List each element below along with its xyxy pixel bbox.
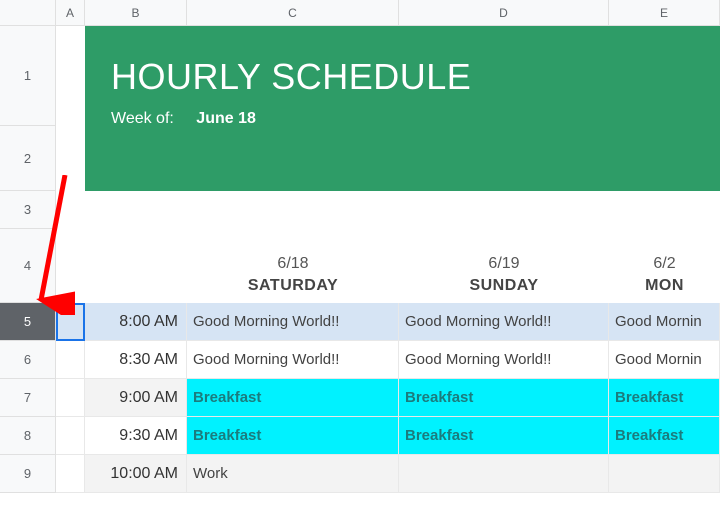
schedule-cell[interactable]: Good Mornin — [609, 341, 720, 379]
schedule-cell[interactable]: Good Morning World!! — [187, 341, 399, 379]
day-date: 6/2 — [653, 255, 675, 273]
schedule-cell[interactable]: Breakfast — [609, 379, 720, 417]
schedule-cell[interactable] — [609, 455, 720, 493]
day-date: 6/18 — [277, 255, 308, 273]
row-header-4[interactable]: 4 — [0, 229, 55, 303]
time-cell[interactable]: 9:30 AM — [85, 417, 187, 455]
cell-E3[interactable] — [609, 191, 720, 229]
cell-B4[interactable] — [85, 229, 187, 303]
schedule-cell[interactable]: Good Morning World!! — [399, 341, 609, 379]
col-header-B[interactable]: B — [85, 0, 187, 25]
schedule-cell[interactable]: Breakfast — [187, 417, 399, 455]
week-of-line: Week of: June 18 — [111, 110, 694, 128]
row-4-day-headers: 6/18 SATURDAY 6/19 SUNDAY 6/2 MON — [56, 229, 720, 303]
spreadsheet-viewport: A B C D E 1 2 3 4 5 6 7 8 9 HOURLY SCHED… — [0, 0, 720, 519]
row-header-5[interactable]: 5 — [0, 303, 55, 341]
week-of-value: June 18 — [196, 110, 256, 127]
col-header-E[interactable]: E — [609, 0, 720, 25]
cell-C3[interactable] — [187, 191, 399, 229]
cell-D3[interactable] — [399, 191, 609, 229]
time-cell[interactable]: 10:00 AM — [85, 455, 187, 493]
row-5: 8:00 AM Good Morning World!! Good Mornin… — [56, 303, 720, 341]
week-of-label: Week of: — [111, 110, 174, 127]
schedule-cell[interactable]: Work — [187, 455, 399, 493]
row-header-9[interactable]: 9 — [0, 455, 55, 493]
grid-body: HOURLY SCHEDULE Week of: June 18 6/18 SA… — [56, 26, 720, 519]
schedule-cell[interactable]: Breakfast — [399, 417, 609, 455]
cell-A6[interactable] — [56, 341, 85, 379]
schedule-cell[interactable]: Breakfast — [399, 379, 609, 417]
cell-A4[interactable] — [56, 229, 85, 303]
row-header-7[interactable]: 7 — [0, 379, 55, 417]
row-9: 10:00 AM Work — [56, 455, 720, 493]
row-header-strip: 1 2 3 4 5 6 7 8 9 — [0, 26, 56, 493]
cell-A7[interactable] — [56, 379, 85, 417]
cell-A5[interactable] — [56, 303, 85, 341]
cell-A2[interactable] — [56, 126, 85, 191]
schedule-cell[interactable]: Breakfast — [187, 379, 399, 417]
day-header-mon[interactable]: 6/2 MON — [609, 229, 720, 303]
row-header-6[interactable]: 6 — [0, 341, 55, 379]
column-header-row: A B C D E — [0, 0, 720, 26]
day-name: MON — [645, 277, 684, 295]
day-name: SUNDAY — [469, 277, 538, 295]
col-header-C[interactable]: C — [187, 0, 399, 25]
schedule-cell[interactable]: Breakfast — [609, 417, 720, 455]
row-8: 9:30 AM Breakfast Breakfast Breakfast — [56, 417, 720, 455]
row-6: 8:30 AM Good Morning World!! Good Mornin… — [56, 341, 720, 379]
schedule-cell[interactable] — [399, 455, 609, 493]
schedule-cell[interactable]: Good Morning World!! — [399, 303, 609, 341]
day-name: SATURDAY — [248, 277, 338, 295]
col-header-A[interactable]: A — [56, 0, 85, 25]
row-header-3[interactable]: 3 — [0, 191, 55, 229]
day-header-sat[interactable]: 6/18 SATURDAY — [187, 229, 399, 303]
time-cell[interactable]: 8:00 AM — [85, 303, 187, 341]
day-date: 6/19 — [488, 255, 519, 273]
schedule-cell[interactable]: Good Morning World!! — [187, 303, 399, 341]
time-cell[interactable]: 9:00 AM — [85, 379, 187, 417]
row-header-8[interactable]: 8 — [0, 417, 55, 455]
cell-A9[interactable] — [56, 455, 85, 493]
row-header-2[interactable]: 2 — [0, 126, 55, 191]
cell-A3[interactable] — [56, 191, 85, 229]
row-header-1[interactable]: 1 — [0, 26, 55, 126]
time-cell[interactable]: 8:30 AM — [85, 341, 187, 379]
row-7: 9:00 AM Breakfast Breakfast Breakfast — [56, 379, 720, 417]
cell-A8[interactable] — [56, 417, 85, 455]
day-header-sun[interactable]: 6/19 SUNDAY — [399, 229, 609, 303]
cell-B3[interactable] — [85, 191, 187, 229]
select-all-corner[interactable] — [0, 0, 56, 25]
title-banner: HOURLY SCHEDULE Week of: June 18 — [85, 26, 720, 191]
schedule-title: HOURLY SCHEDULE — [111, 56, 694, 98]
col-header-D[interactable]: D — [399, 0, 609, 25]
schedule-cell[interactable]: Good Mornin — [609, 303, 720, 341]
row-3 — [56, 191, 720, 229]
cell-A1[interactable] — [56, 26, 85, 126]
